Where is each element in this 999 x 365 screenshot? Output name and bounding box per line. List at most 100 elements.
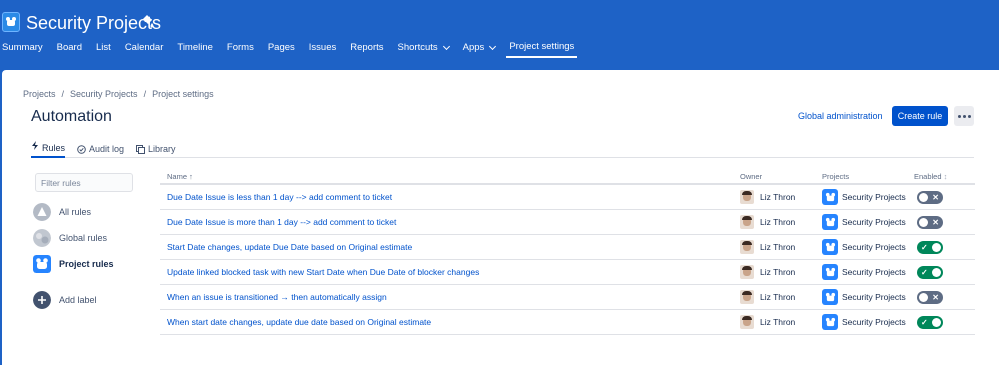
- toggle-knob: [932, 267, 941, 277]
- sidebar-item-global-rules[interactable]: Global rules: [33, 229, 107, 247]
- nav-label: Project settings: [509, 41, 575, 52]
- create-rule-button[interactable]: Create rule: [892, 106, 948, 126]
- nav-board[interactable]: Board: [54, 38, 85, 58]
- top-navigation: Security Projects Summary Board List Calend…: [0, 0, 999, 70]
- close-icon: ✕: [932, 192, 939, 202]
- nav-list[interactable]: List: [93, 38, 114, 58]
- nav-label: Pages: [267, 42, 295, 53]
- toggle-knob: [919, 192, 928, 202]
- sidebar-item-label: Global rules: [59, 233, 108, 243]
- tab-audit-log[interactable]: Audit log: [77, 141, 124, 157]
- avatar: [740, 315, 754, 329]
- filter-rules-input[interactable]: [35, 173, 133, 192]
- project-cell: Security Projects: [822, 189, 914, 205]
- table-row: Due Date Issue is less than 1 day --> ad…: [160, 185, 975, 210]
- owner-name: Liz Thron: [760, 292, 796, 302]
- owner-cell: Liz Thron: [740, 265, 822, 279]
- rule-name-cell: Due Date Issue is more than 1 day --> ad…: [160, 217, 740, 227]
- project-cell: Security Projects: [822, 264, 914, 280]
- table-row: Due Date Issue is more than 1 day --> ad…: [160, 210, 975, 235]
- sidebar-item-all-rules[interactable]: All rules: [33, 203, 91, 221]
- breadcrumb-projects[interactable]: Projects: [23, 88, 56, 100]
- avatar: [740, 290, 754, 304]
- more-actions-button[interactable]: [954, 106, 974, 126]
- table-row: Update linked blocked task with new Star…: [160, 260, 975, 285]
- rule-name-cell: Start Date changes, update Due Date base…: [160, 242, 740, 252]
- chevron-down-icon: [442, 42, 450, 51]
- nav-label: List: [96, 42, 111, 53]
- check-icon: ✓: [921, 317, 928, 327]
- enabled-toggle[interactable]: ✓: [917, 315, 943, 329]
- project-cell: Security Projects: [822, 289, 914, 305]
- plus-icon: [33, 291, 51, 309]
- breadcrumb-project-settings[interactable]: Project settings: [152, 88, 214, 100]
- project-avatar-icon: [822, 214, 838, 230]
- column-enabled-label: Enabled: [914, 171, 942, 181]
- enabled-toggle[interactable]: ✕: [917, 290, 943, 304]
- enabled-cell: ✓: [914, 240, 975, 254]
- enabled-toggle[interactable]: ✕: [917, 190, 943, 204]
- owner-name: Liz Thron: [760, 192, 796, 202]
- nav-label: Forms: [226, 42, 254, 53]
- sort-arrow-icon: ↑: [187, 171, 193, 181]
- nav-shortcuts[interactable]: Shortcuts: [395, 38, 452, 58]
- rule-name-link[interactable]: When start date changes, update due date…: [167, 317, 431, 327]
- project-cell: Security Projects: [822, 314, 914, 330]
- tab-library[interactable]: Library: [136, 141, 176, 157]
- enabled-cell: ✕: [914, 290, 975, 304]
- avatar: [740, 265, 754, 279]
- globe-icon: [33, 229, 51, 247]
- tab-audit-log-label: Audit log: [89, 144, 125, 154]
- nav-timeline[interactable]: Timeline: [174, 38, 216, 58]
- sidebar-item-project-rules[interactable]: Project rules: [33, 255, 114, 273]
- project-avatar-icon: [822, 239, 838, 255]
- enabled-cell: ✕: [914, 190, 975, 204]
- nav-summary[interactable]: Summary: [0, 38, 46, 58]
- owner-name: Liz Thron: [760, 317, 796, 327]
- project-avatar-icon: [822, 289, 838, 305]
- project-name: Security Projects: [842, 292, 906, 302]
- breadcrumb-security-projects[interactable]: Security Projects: [70, 88, 138, 100]
- nav-apps[interactable]: Apps: [460, 38, 499, 58]
- breadcrumb-separator: /: [61, 89, 65, 99]
- project-nav: Summary Board List Calendar Timeline Forms Pag…: [0, 38, 585, 58]
- tab-rules-label: Rules: [42, 143, 66, 153]
- nav-forms[interactable]: Forms: [224, 38, 257, 58]
- nav-calendar[interactable]: Calendar: [122, 38, 167, 58]
- rule-name-cell: When an issue is transitioned → then aut…: [160, 292, 740, 302]
- project-name: Security Projects: [842, 192, 906, 202]
- nav-issues[interactable]: Issues: [306, 38, 339, 58]
- rule-name-link[interactable]: Start Date changes, update Due Date base…: [167, 242, 412, 252]
- add-label-button[interactable]: Add label: [33, 291, 97, 309]
- avatar: [740, 240, 754, 254]
- rule-name-link[interactable]: Update linked blocked task with new Star…: [167, 267, 479, 277]
- tab-rules[interactable]: Rules: [31, 141, 66, 158]
- project-avatar-icon: [822, 314, 838, 330]
- nav-project-settings[interactable]: Project settings: [506, 38, 578, 58]
- rule-name-link[interactable]: When an issue is transitioned → then aut…: [167, 292, 387, 302]
- nav-label: Timeline: [177, 42, 213, 53]
- rule-name-link[interactable]: Due Date Issue is less than 1 day --> ad…: [167, 192, 392, 202]
- column-projects: Projects: [822, 171, 850, 181]
- owner-name: Liz Thron: [760, 217, 796, 227]
- table-body: Due Date Issue is less than 1 day --> ad…: [160, 185, 975, 335]
- project-avatar-icon[interactable]: [2, 12, 20, 32]
- project-name: Security Projects: [842, 217, 906, 227]
- check-circle-icon: [77, 144, 86, 154]
- nav-reports[interactable]: Reports: [347, 38, 386, 58]
- close-icon: ✕: [932, 292, 939, 302]
- column-name[interactable]: Name ↑: [160, 172, 740, 181]
- global-administration-link[interactable]: Global administration: [798, 110, 883, 122]
- rule-name-cell: When start date changes, update due date…: [160, 317, 740, 327]
- enabled-toggle[interactable]: ✓: [917, 265, 943, 279]
- nav-label: Board: [56, 42, 83, 53]
- nav-pages[interactable]: Pages: [265, 38, 298, 58]
- breadcrumb-separator: /: [143, 89, 147, 99]
- enabled-toggle[interactable]: ✓: [917, 240, 943, 254]
- tab-library-label: Library: [148, 144, 176, 154]
- paint-bucket-icon[interactable]: [140, 14, 154, 28]
- column-enabled[interactable]: Enabled ↕: [914, 172, 975, 181]
- project-avatar-icon: [822, 264, 838, 280]
- rule-name-link[interactable]: Due Date Issue is more than 1 day --> ad…: [167, 217, 396, 227]
- enabled-toggle[interactable]: ✕: [917, 215, 943, 229]
